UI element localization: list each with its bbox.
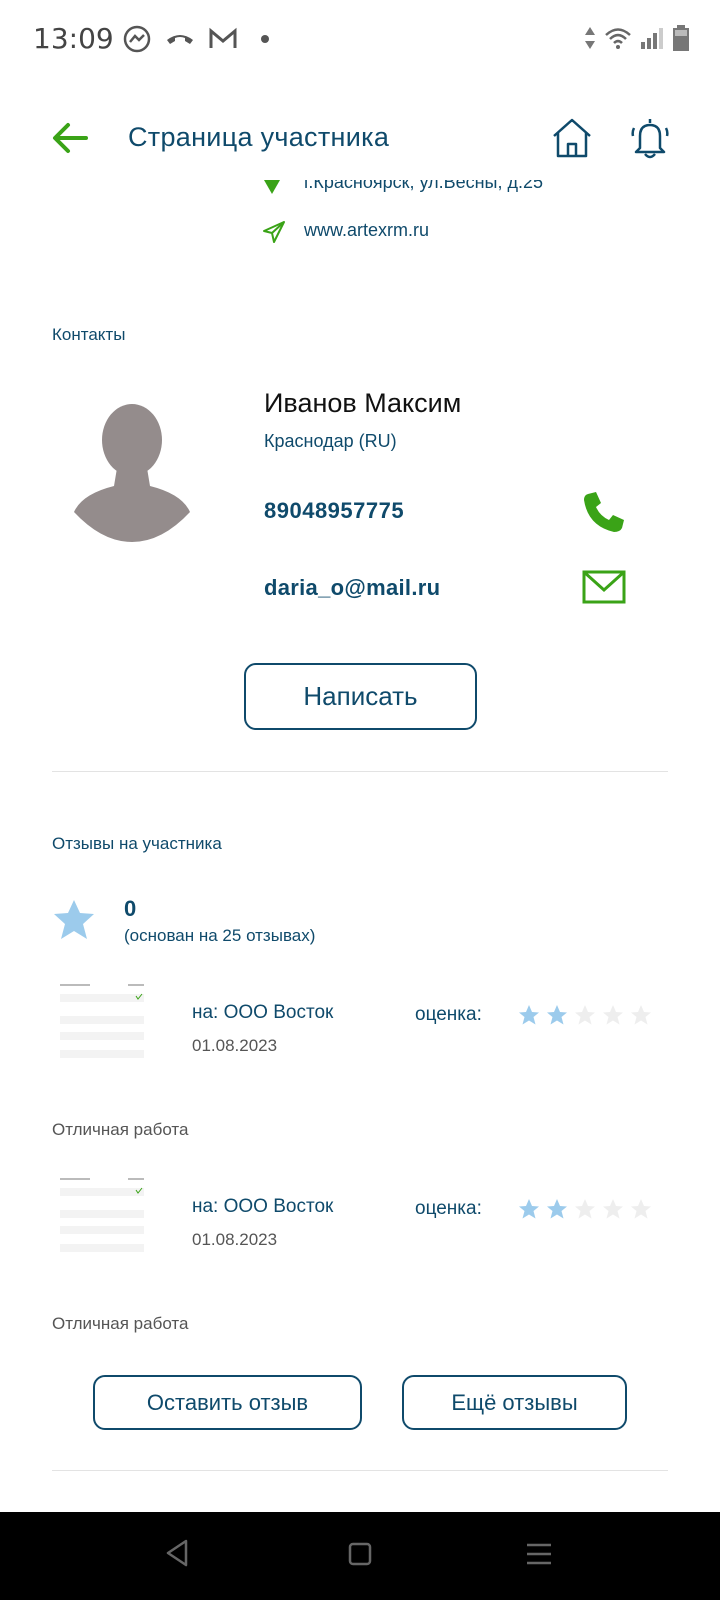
app-header: Страница участника bbox=[0, 100, 720, 180]
home-icon[interactable] bbox=[548, 114, 596, 162]
company-address-row: г.Красноярск, ул.Весны, д.25 bbox=[262, 178, 602, 200]
review-date: 01.08.2023 bbox=[192, 1036, 278, 1055]
wifi-icon bbox=[605, 28, 631, 49]
battery-icon bbox=[673, 25, 689, 51]
review-item[interactable]: на: ООО Восток 01.08.2023 оценка: bbox=[0, 1174, 720, 1274]
leave-review-button[interactable]: Оставить отзыв bbox=[93, 1375, 362, 1430]
review-comment: Отличная работа bbox=[52, 1120, 189, 1139]
review-date: 01.08.2023 bbox=[192, 1230, 278, 1249]
rating-value: 0 bbox=[124, 896, 137, 921]
star-empty-icon bbox=[603, 1005, 623, 1025]
mail-icon[interactable] bbox=[582, 570, 626, 604]
star-empty-icon bbox=[631, 1199, 651, 1219]
review-thumbnail[interactable] bbox=[58, 980, 146, 1068]
section-divider bbox=[52, 771, 668, 772]
star-empty-icon bbox=[575, 1199, 595, 1219]
contact-email[interactable]: daria_o@mail.ru bbox=[264, 575, 440, 601]
review-item[interactable]: на: ООО Восток 01.08.2023 оценка: bbox=[0, 980, 720, 1080]
location-pin-icon bbox=[264, 180, 280, 194]
data-transfer-icon bbox=[585, 27, 595, 49]
rating-star-icon bbox=[54, 900, 94, 939]
company-website-row[interactable]: www.artexrm.ru bbox=[262, 218, 602, 248]
contact-city: Краснодар (RU) bbox=[264, 431, 397, 451]
signal-icon bbox=[641, 28, 663, 49]
phone-icon[interactable] bbox=[582, 490, 626, 534]
notification-dot-icon bbox=[261, 35, 269, 43]
status-bar: 13:09 bbox=[0, 0, 720, 80]
star-filled-icon bbox=[519, 1005, 539, 1025]
nav-home-icon[interactable] bbox=[348, 1542, 372, 1566]
star-empty-icon bbox=[603, 1199, 623, 1219]
star-empty-icon bbox=[575, 1005, 595, 1025]
review-target: на: ООО Восток bbox=[192, 1196, 334, 1217]
star-filled-icon bbox=[519, 1199, 539, 1219]
page-title: Страница участника bbox=[128, 122, 390, 152]
contacts-section-label: Контакты bbox=[52, 325, 126, 344]
review-comment: Отличная работа bbox=[52, 1314, 189, 1333]
company-website-link[interactable]: www.artexrm.ru bbox=[304, 220, 429, 241]
review-target: на: ООО Восток bbox=[192, 1002, 334, 1023]
review-stars bbox=[518, 1004, 652, 1026]
section-divider bbox=[52, 1470, 668, 1471]
nav-menu-icon[interactable] bbox=[525, 1542, 553, 1566]
more-reviews-button[interactable]: Ещё отзывы bbox=[402, 1375, 627, 1430]
contact-phone[interactable]: 89048957775 bbox=[264, 498, 404, 524]
star-filled-icon bbox=[547, 1199, 567, 1219]
reviews-section-label: Отзывы на участника bbox=[52, 834, 222, 853]
back-arrow-icon[interactable] bbox=[50, 118, 90, 158]
company-address: г.Красноярск, ул.Весны, д.25 bbox=[304, 178, 543, 192]
review-stars bbox=[518, 1198, 652, 1220]
star-filled-icon bbox=[547, 1005, 567, 1025]
bell-icon[interactable] bbox=[626, 114, 674, 162]
missed-call-icon bbox=[167, 35, 193, 44]
nav-back-icon[interactable] bbox=[164, 1538, 190, 1568]
messenger-icon bbox=[123, 25, 151, 53]
star-empty-icon bbox=[631, 1005, 651, 1025]
gmail-icon bbox=[209, 27, 237, 48]
send-icon bbox=[263, 221, 285, 243]
system-nav-bar bbox=[0, 1512, 720, 1600]
review-thumbnail[interactable] bbox=[58, 1174, 146, 1262]
avatar bbox=[74, 404, 190, 542]
write-message-button[interactable]: Написать bbox=[244, 663, 477, 730]
system-icons bbox=[584, 24, 690, 52]
review-score-label: оценка: bbox=[415, 1004, 482, 1025]
rating-basis: (основан на 25 отзывах) bbox=[124, 926, 316, 945]
contact-name: Иванов Максим bbox=[264, 388, 462, 418]
review-score-label: оценка: bbox=[415, 1198, 482, 1219]
status-time: 13:09 bbox=[33, 22, 114, 55]
